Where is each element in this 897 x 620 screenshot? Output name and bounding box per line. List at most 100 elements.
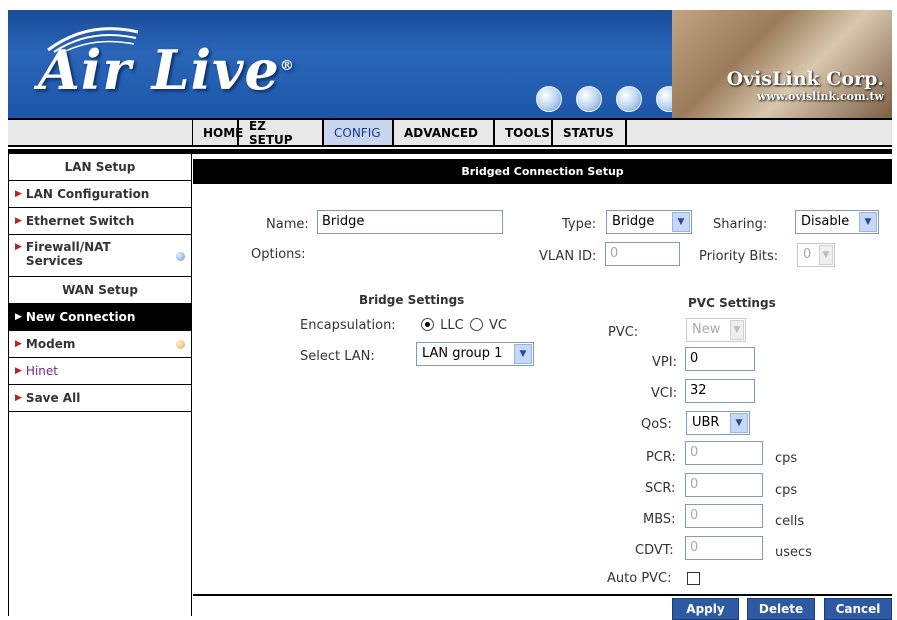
sidebar-item-new-connection[interactable]: ▶ New Connection [9, 304, 191, 331]
name-field[interactable]: Bridge [317, 210, 503, 234]
pcr-unit: cps [775, 451, 798, 466]
select-lan-value: LAN group 1 [422, 346, 503, 361]
priority-bits-select[interactable]: 0 ▼ [797, 243, 835, 267]
cdvt-label: CDVT: [635, 543, 674, 558]
encap-llc-radio[interactable] [421, 318, 434, 331]
sidebar-item-ethernet-switch[interactable]: ▶ Ethernet Switch [9, 208, 191, 235]
select-lan-select[interactable]: LAN group 1 ▼ [416, 342, 534, 366]
tab-config[interactable]: CONFIG [324, 120, 394, 145]
brand-logo: Air Live® [38, 38, 295, 102]
sidebar-item-label: Save All [25, 391, 81, 405]
encapsulation-options: LLC VC [419, 318, 507, 333]
encap-vc-radio[interactable] [469, 318, 483, 331]
sidebar-item-modem[interactable]: ▶ Modem [9, 331, 191, 358]
chevron-down-icon: ▼ [514, 344, 532, 364]
vlan-id-field[interactable]: 0 [605, 242, 680, 266]
corp-url: www.ovislink.com.tw [756, 90, 884, 103]
sharing-select[interactable]: Disable ▼ [795, 210, 879, 234]
expand-orb-icon[interactable] [176, 340, 185, 349]
sidebar-item-label: New Connection [25, 310, 136, 324]
pvc-label: PVC: [608, 325, 639, 340]
arrow-right-icon: ▶ [15, 189, 22, 199]
main-content: Bridged Connection Setup Name: Bridge Ty… [193, 154, 892, 620]
encap-vc-label: VC [488, 318, 507, 333]
type-select-value: Bridge [612, 214, 655, 229]
bridge-settings-title: Bridge Settings [359, 293, 465, 307]
sidebar-item-lan-configuration[interactable]: ▶ LAN Configuration [9, 181, 191, 208]
cdvt-unit: usecs [775, 545, 812, 560]
button-bar: Apply Delete Cancel [193, 594, 892, 620]
pvc-settings-title: PVC Settings [688, 296, 776, 310]
priority-bits-value: 0 [803, 247, 812, 262]
sidebar-item-label: Modem [25, 337, 76, 351]
sidebar-header-wan: WAN Setup [9, 277, 191, 304]
mbs-unit: cells [775, 514, 805, 529]
chevron-down-icon: ▼ [672, 212, 690, 232]
page-title: Bridged Connection Setup [193, 159, 892, 184]
type-label: Type: [562, 217, 597, 232]
tab-home[interactable]: HOME [193, 120, 243, 145]
name-label: Name: [266, 217, 309, 232]
pcr-field[interactable]: 0 [685, 441, 763, 465]
vpi-field[interactable]: 0 [685, 347, 755, 371]
encap-llc-label: LLC [440, 318, 464, 333]
cancel-button[interactable]: Cancel [824, 598, 892, 620]
chevron-down-icon: ▼ [730, 320, 744, 340]
header-banner: Air Live® OvisLink Corp. www.ovislink.co… [8, 10, 892, 118]
expand-orb-icon[interactable] [176, 251, 185, 261]
nav-spacer [8, 120, 193, 145]
corp-name: OvisLink Corp. [726, 68, 884, 90]
arrow-right-icon: ▶ [15, 393, 22, 403]
globe-icon [536, 86, 562, 112]
main-nav: HOME EZ SETUP CONFIG ADVANCED TOOLS STAT… [8, 118, 892, 147]
sidebar-item-label: Hinet [25, 364, 58, 378]
chevron-down-icon: ▼ [859, 212, 877, 232]
tab-ez-setup[interactable]: EZ SETUP [239, 119, 324, 147]
sidebar: LAN Setup ▶ LAN Configuration ▶ Ethernet… [8, 154, 192, 616]
scr-label: SCR: [645, 481, 676, 496]
mbs-field[interactable]: 0 [685, 504, 763, 528]
globe-icon [576, 86, 602, 112]
globe-icon [616, 86, 642, 112]
vpi-label: VPI: [652, 355, 677, 370]
sidebar-item-save-all[interactable]: ▶ Save All [9, 385, 191, 412]
globe-icons [536, 86, 682, 112]
sidebar-item-label: Ethernet Switch [25, 214, 135, 228]
tab-tools[interactable]: TOOLS [495, 120, 553, 145]
pvc-select-value: New [692, 322, 721, 337]
tab-advanced[interactable]: ADVANCED [394, 120, 495, 145]
chevron-down-icon: ▼ [819, 245, 833, 265]
delete-button[interactable]: Delete [747, 598, 815, 620]
sharing-select-value: Disable [801, 214, 850, 229]
scr-unit: cps [775, 483, 798, 498]
qos-select-value: UBR [692, 415, 720, 430]
vci-label: VCI: [651, 386, 678, 401]
qos-label: QoS: [641, 417, 672, 432]
apply-button[interactable]: Apply [672, 598, 739, 620]
cdvt-field[interactable]: 0 [685, 536, 763, 560]
auto-pvc-checkbox[interactable] [687, 572, 700, 585]
sidebar-header-lan: LAN Setup [9, 154, 191, 181]
arrow-right-icon: ▶ [15, 216, 22, 226]
options-label: Options: [251, 247, 306, 262]
chevron-down-icon: ▼ [730, 413, 748, 433]
qos-select[interactable]: UBR ▼ [686, 411, 750, 435]
type-select[interactable]: Bridge ▼ [606, 210, 692, 234]
vci-field[interactable]: 32 [685, 379, 755, 403]
arrow-right-icon: ▶ [15, 366, 22, 376]
sidebar-item-firewall-nat[interactable]: ▶ Firewall/NAT Services [9, 235, 191, 277]
sidebar-item-hinet[interactable]: ▶ Hinet [9, 358, 191, 385]
pvc-select[interactable]: New ▼ [686, 318, 746, 342]
sharing-label: Sharing: [713, 217, 768, 232]
arrow-right-icon: ▶ [15, 312, 22, 322]
priority-bits-label: Priority Bits: [699, 249, 779, 264]
scr-field[interactable]: 0 [685, 473, 763, 497]
arrow-right-icon: ▶ [15, 339, 22, 349]
select-lan-label: Select LAN: [300, 349, 375, 364]
sidebar-item-label: LAN Configuration [25, 187, 150, 201]
encapsulation-label: Encapsulation: [300, 318, 396, 333]
mbs-label: MBS: [643, 512, 676, 527]
corp-logo: OvisLink Corp. www.ovislink.com.tw [727, 68, 884, 103]
tab-status[interactable]: STATUS [553, 120, 627, 145]
arrow-right-icon: ▶ [15, 242, 22, 252]
